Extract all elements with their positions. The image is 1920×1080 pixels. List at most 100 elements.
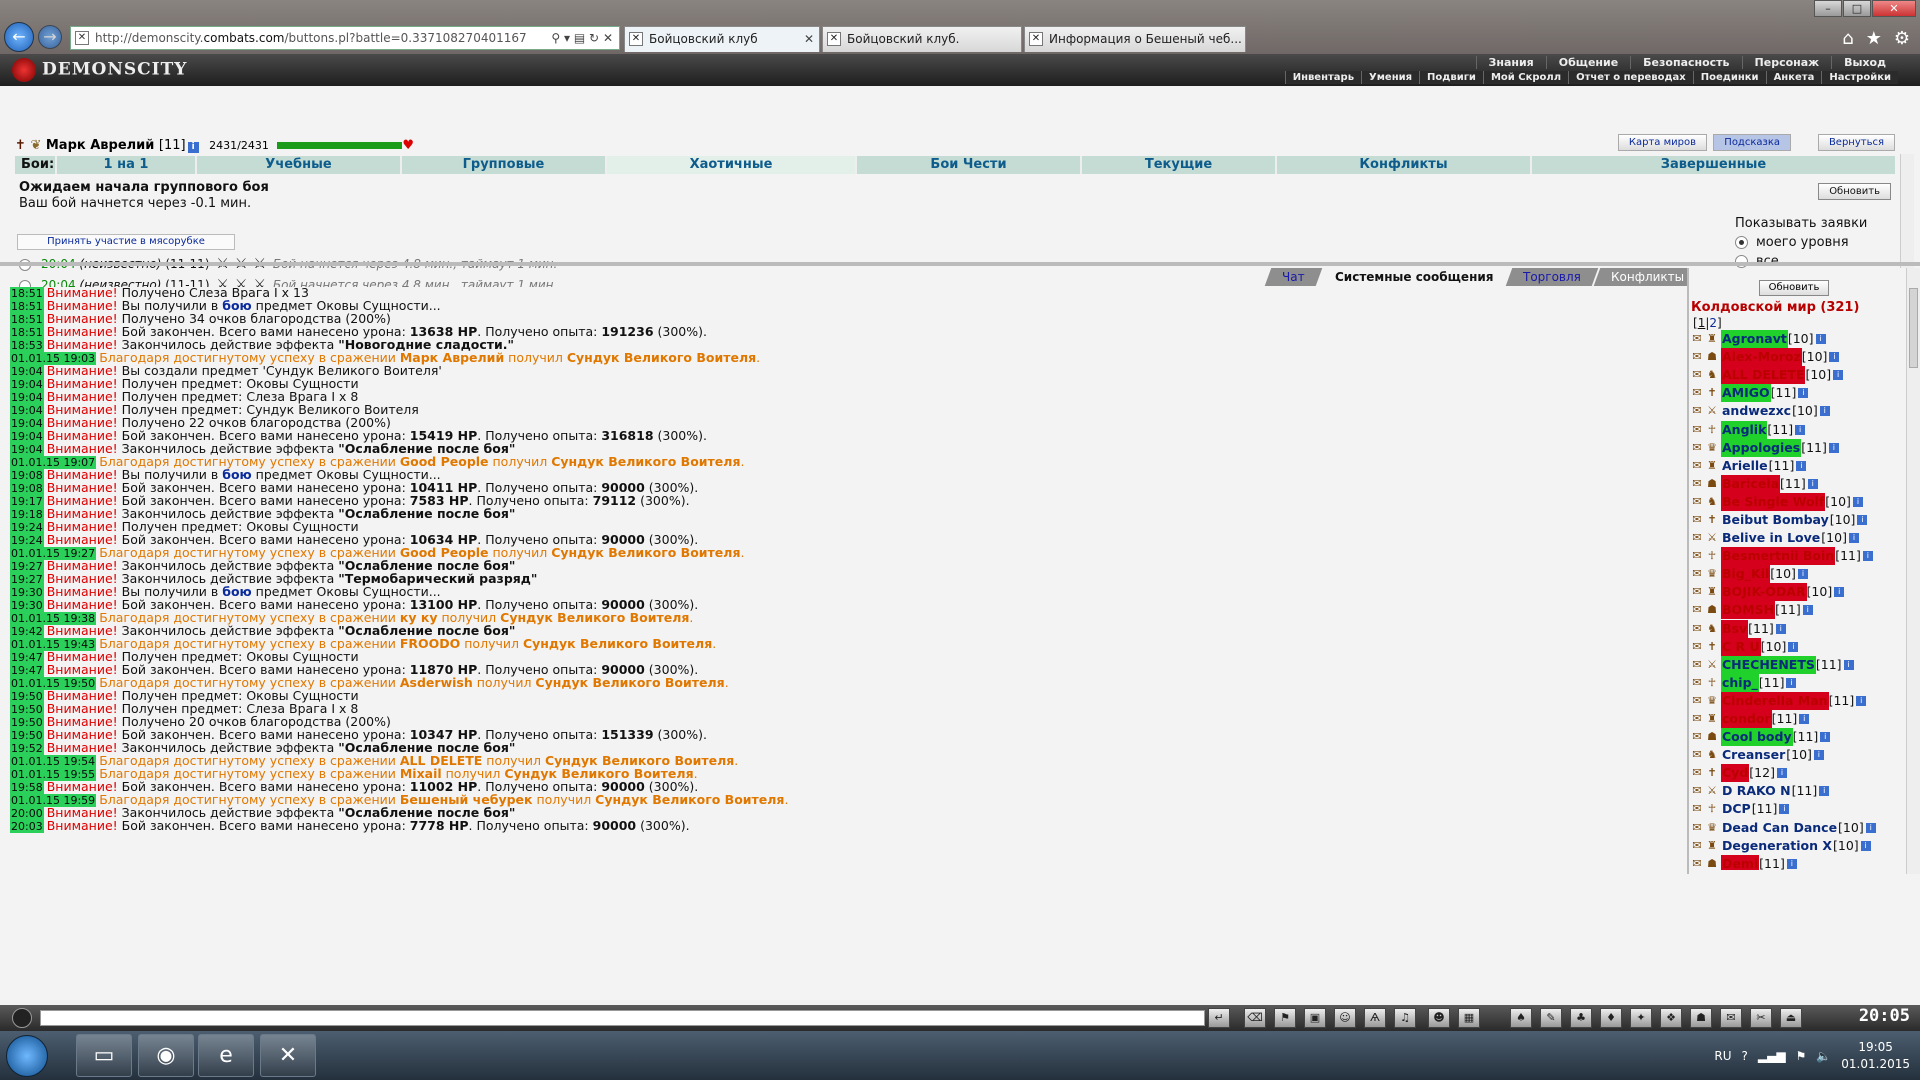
join-battle-button[interactable]: Принять участие в мясорубке xyxy=(17,234,235,250)
room-player-name[interactable]: CHECHENETS xyxy=(1721,655,1816,674)
room-player-name[interactable]: AMIGO xyxy=(1721,384,1771,403)
room-player[interactable]: ✉ ✝ Cyd [12] i xyxy=(1691,764,1903,783)
room-player-name[interactable]: Degeneration X xyxy=(1721,837,1833,855)
room-player-name[interactable]: BOJIK-ODAR xyxy=(1721,583,1807,602)
room-player[interactable]: ✉ ☗ Alex-Moroz [10] i xyxy=(1691,348,1903,367)
sound-icon[interactable]: ♫ xyxy=(1394,1008,1416,1028)
minimize-button[interactable]: – xyxy=(1814,0,1842,17)
tab-conflicts[interactable]: Конфликты xyxy=(1275,156,1530,174)
room-player-name[interactable]: Belive in Love xyxy=(1721,529,1821,547)
private-chat-icon[interactable]: ✉ xyxy=(1691,821,1703,834)
info-icon[interactable]: i xyxy=(1776,768,1787,779)
room-player-name[interactable]: andwezxc xyxy=(1721,402,1792,420)
private-chat-icon[interactable]: ✉ xyxy=(1691,459,1703,472)
tab-chaotic[interactable]: Хаотичные xyxy=(605,156,855,174)
tab-system-messages[interactable]: Системные сообщения xyxy=(1317,268,1511,286)
volume-icon[interactable]: 🔈 xyxy=(1816,1049,1831,1063)
room-player-name[interactable]: Cool body xyxy=(1721,728,1793,747)
info-icon[interactable]: i xyxy=(1788,641,1799,652)
room-player[interactable]: ✉ ♞ Bsv [11] i xyxy=(1691,619,1903,638)
info-icon[interactable]: i xyxy=(1856,695,1867,706)
flag-icon[interactable]: ⚑ xyxy=(1796,1049,1807,1063)
private-chat-icon[interactable]: ✉ xyxy=(1691,387,1703,399)
room-player-name[interactable]: Baricela xyxy=(1721,474,1781,493)
room-player[interactable]: ✉ ♜ Degeneration X [10] i xyxy=(1691,837,1903,855)
room-player[interactable]: ✉ ♞ ALL DELETE [10] i xyxy=(1691,366,1903,385)
room-player[interactable]: ✉ ♛ Cinderella Man [11] i xyxy=(1691,691,1903,710)
browser-tab-1[interactable]: ✕ Бойцовский клуб ✕ xyxy=(624,26,820,52)
room-player-name[interactable]: Dead Can Dance xyxy=(1721,819,1838,837)
chat-player-name[interactable]: Asderwish xyxy=(400,675,473,690)
chat-timestamp[interactable]: 20:03 xyxy=(10,820,44,833)
maximize-button[interactable]: □ xyxy=(1843,0,1871,17)
tab-chat-conflicts[interactable]: Конфликты xyxy=(1593,268,1702,286)
return-button[interactable]: Вернуться xyxy=(1817,134,1895,151)
back-icon[interactable]: ← xyxy=(4,22,34,52)
tab-trade[interactable]: Торговля xyxy=(1505,268,1599,286)
action-icon-8[interactable]: ✉ xyxy=(1720,1008,1742,1028)
page-link-2[interactable]: 2 xyxy=(1709,316,1717,330)
room-player[interactable]: ✉ ✝ C R U [10] i xyxy=(1691,637,1903,656)
player-name[interactable]: Марк Аврелий xyxy=(46,138,155,153)
info-icon[interactable]: i xyxy=(1786,677,1797,688)
user-icon[interactable]: ☺ xyxy=(1334,1008,1356,1028)
room-player[interactable]: ✉ ⚔ andwezxc [10] i xyxy=(1691,402,1903,420)
menu-achievements[interactable]: Подвиги xyxy=(1419,71,1483,84)
menu-profile[interactable]: Анкета xyxy=(1765,71,1822,84)
action-icon-1[interactable]: ♠ xyxy=(1510,1008,1532,1028)
room-player-name[interactable]: Besmertnii Boin xyxy=(1721,547,1836,566)
room-player-name[interactable]: Demi xyxy=(1721,854,1760,870)
explorer-icon[interactable]: ▭ xyxy=(76,1034,132,1077)
info-icon[interactable]: i xyxy=(1865,822,1876,833)
private-chat-icon[interactable]: ✉ xyxy=(1691,640,1703,653)
info-icon[interactable]: i xyxy=(1779,804,1790,815)
private-chat-icon[interactable]: ✉ xyxy=(1691,477,1703,490)
room-scrollbar[interactable] xyxy=(1906,268,1920,874)
private-chat-icon[interactable]: ✉ xyxy=(1691,658,1703,671)
room-player[interactable]: ✉ ☗ Cool body [11] i xyxy=(1691,728,1903,747)
info-icon[interactable]: i xyxy=(1848,533,1859,544)
info-icon[interactable]: i xyxy=(1857,514,1868,525)
room-player-name[interactable]: condor xyxy=(1721,710,1772,729)
menu-inventory[interactable]: Инвентарь xyxy=(1284,71,1362,84)
room-player[interactable]: ✉ ✝ AMIGO [11] i xyxy=(1691,384,1903,403)
settings-gear-icon[interactable]: ⚙ xyxy=(1894,28,1910,49)
room-player[interactable]: ✉ ⚔ D RAKO N [11] i xyxy=(1691,782,1903,800)
chat-input[interactable] xyxy=(40,1010,1205,1026)
chrome-icon[interactable]: ◉ xyxy=(138,1034,194,1077)
info-icon[interactable]: i xyxy=(1860,840,1871,851)
ie-icon[interactable]: e xyxy=(198,1034,254,1077)
game-client-icon[interactable]: ✕ xyxy=(260,1034,316,1077)
private-chat-icon[interactable]: ✉ xyxy=(1691,586,1703,598)
private-chat-icon[interactable]: ✉ xyxy=(1691,604,1703,616)
page-link-1[interactable]: 1 xyxy=(1698,316,1706,330)
filter-icon[interactable]: ⚑ xyxy=(1274,1008,1296,1028)
info-icon[interactable]: i xyxy=(1828,442,1839,453)
action-icon-7[interactable]: ☗ xyxy=(1690,1008,1712,1028)
room-player-name[interactable]: Beibut Bombay xyxy=(1721,511,1830,529)
menu-knowledge[interactable]: Знания xyxy=(1475,56,1546,69)
help-icon[interactable]: ? xyxy=(1742,1049,1748,1063)
menu-security[interactable]: Безопасность xyxy=(1630,56,1741,69)
tab-current[interactable]: Текущие xyxy=(1080,156,1275,174)
compat-icon[interactable]: ▤ xyxy=(574,31,585,45)
room-player-name[interactable]: BOMSH xyxy=(1721,601,1776,620)
room-player[interactable]: ✉ ☗ Demi [11] i xyxy=(1691,854,1903,870)
room-refresh-button[interactable]: Обновить xyxy=(1759,280,1829,296)
room-player-name[interactable]: Creanser xyxy=(1721,746,1786,764)
chat-options-icon[interactable] xyxy=(12,1008,32,1028)
menu-settings[interactable]: Настройки xyxy=(1821,71,1898,84)
room-player[interactable]: ✉ ☥ Besmertnii Boin [11] i xyxy=(1691,547,1903,566)
private-chat-icon[interactable]: ✉ xyxy=(1691,405,1703,417)
room-player-name[interactable]: Be Single Wolf xyxy=(1721,492,1826,511)
room-player[interactable]: ✉ ♛ Appologies [11] i xyxy=(1691,438,1903,457)
info-icon[interactable]: i xyxy=(1797,569,1808,580)
room-player-name[interactable]: ALL DELETE xyxy=(1721,366,1806,385)
hint-button[interactable]: Подсказка xyxy=(1713,134,1791,151)
room-player[interactable]: ✉ ☥ DCP [11] i xyxy=(1691,800,1903,818)
menu-my-scroll[interactable]: Мой Скролл xyxy=(1482,71,1569,84)
image-icon[interactable]: ▦ xyxy=(1458,1008,1480,1028)
info-icon[interactable]: i xyxy=(1796,460,1807,471)
info-icon[interactable]: i xyxy=(1786,858,1797,869)
info-icon[interactable]: i xyxy=(1819,786,1830,797)
